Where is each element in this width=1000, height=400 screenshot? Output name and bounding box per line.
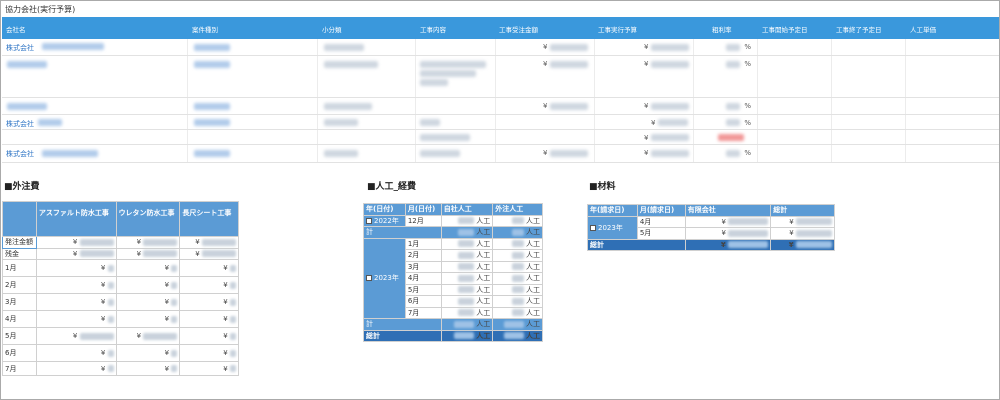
col-month[interactable]: 月(日付) [404,203,442,216]
header-order-amount[interactable]: 工事受注金額 [499,24,538,34]
col-outsourced-labor[interactable]: 外注人工 [492,203,543,216]
col-year[interactable]: 年(日付) [363,203,406,216]
table-row[interactable]: 株式会社 ¥ % [2,115,999,130]
table-row[interactable]: 株式会社 ¥ ¥ % [2,145,999,163]
section-title-jinko: ■人工_経費 [367,182,417,192]
table-row[interactable]: ¥ ¥ % [2,56,999,98]
row-label: 6月 [2,344,37,362]
col-urethane[interactable]: ウレタン防水工事 [115,201,181,237]
gaichu-pivot-table: アスファルト防水工事 ウレタン防水工事 長尺シート工事 発注金額 ¥ ¥ ¥ 残… [2,201,239,376]
header-end-date[interactable]: 工事終了予定日 [836,24,882,34]
row-label: 2月 [2,276,37,294]
row-label: 発注金額 [2,236,37,249]
row-label: 7月 [2,361,37,376]
collapse-icon [366,275,372,282]
collapse-icon [366,217,372,224]
header-subcategory[interactable]: 小分類 [322,24,342,34]
col-long-sheet[interactable]: 長尺シート工事 [179,201,239,237]
header-gross-margin[interactable]: 粗利率 [712,24,732,34]
row-label: 1月 [2,259,37,277]
page-title: 協力会社(実行予算) [5,5,76,14]
header-company[interactable]: 会社名 [6,24,26,34]
table-row[interactable]: ¥ [2,130,999,145]
header-exec-budget[interactable]: 工事実行予算 [598,24,637,34]
col-billing-month[interactable]: 月(請求日) [636,204,686,217]
col-billing-year[interactable]: 年(請求日) [587,204,638,217]
header-labor-rate[interactable]: 人工単価 [910,24,936,34]
table-row[interactable]: 株式会社 ¥ ¥ % [2,39,999,56]
jinko-pivot-table: 年(日付) 月(日付) 自社人工 外注人工 2022年 12月 人工 人工 計 … [363,203,543,342]
zairyo-pivot-table: 年(請求日) 月(請求日) 有限会社 総計 2023年 4月 ¥ ¥ 5月 ¥ … [587,204,835,251]
year-2023-toggle[interactable]: 2023年 [363,237,406,319]
row-label: 3月 [2,293,37,311]
row-label: 4月 [2,310,37,328]
header-project-type[interactable]: 案件種別 [192,24,218,34]
main-table-header: 会社名 案件種別 小分類 工事内容 工事受注金額 工事実行予算 粗利率 工事開始… [2,17,999,39]
col-own-labor[interactable]: 自社人工 [440,203,494,216]
col-total[interactable]: 総計 [770,204,835,217]
collapse-icon [590,224,596,231]
window-frame: 協力会社(実行予算) 会社名 案件種別 小分類 工事内容 工事受注金額 工事実行… [0,0,1000,400]
section-title-gaichu: ■外注費 [4,182,40,192]
col-asphalt[interactable]: アスファルト防水工事 [35,201,117,237]
row-label: 5月 [2,327,37,345]
header-start-date[interactable]: 工事開始予定日 [762,24,808,34]
company-link[interactable]: 株式会社 [6,43,34,53]
row-label: 残金 [2,247,37,260]
col-company[interactable]: 有限会社 [684,204,772,217]
section-title-zairyo: ■材料 [589,182,616,192]
year-2023-toggle[interactable]: 2023年 [587,215,638,240]
table-row[interactable]: ¥ ¥ % [2,98,999,115]
year-2022-toggle[interactable]: 2022年 [363,214,406,227]
header-work-content[interactable]: 工事内容 [420,24,446,34]
